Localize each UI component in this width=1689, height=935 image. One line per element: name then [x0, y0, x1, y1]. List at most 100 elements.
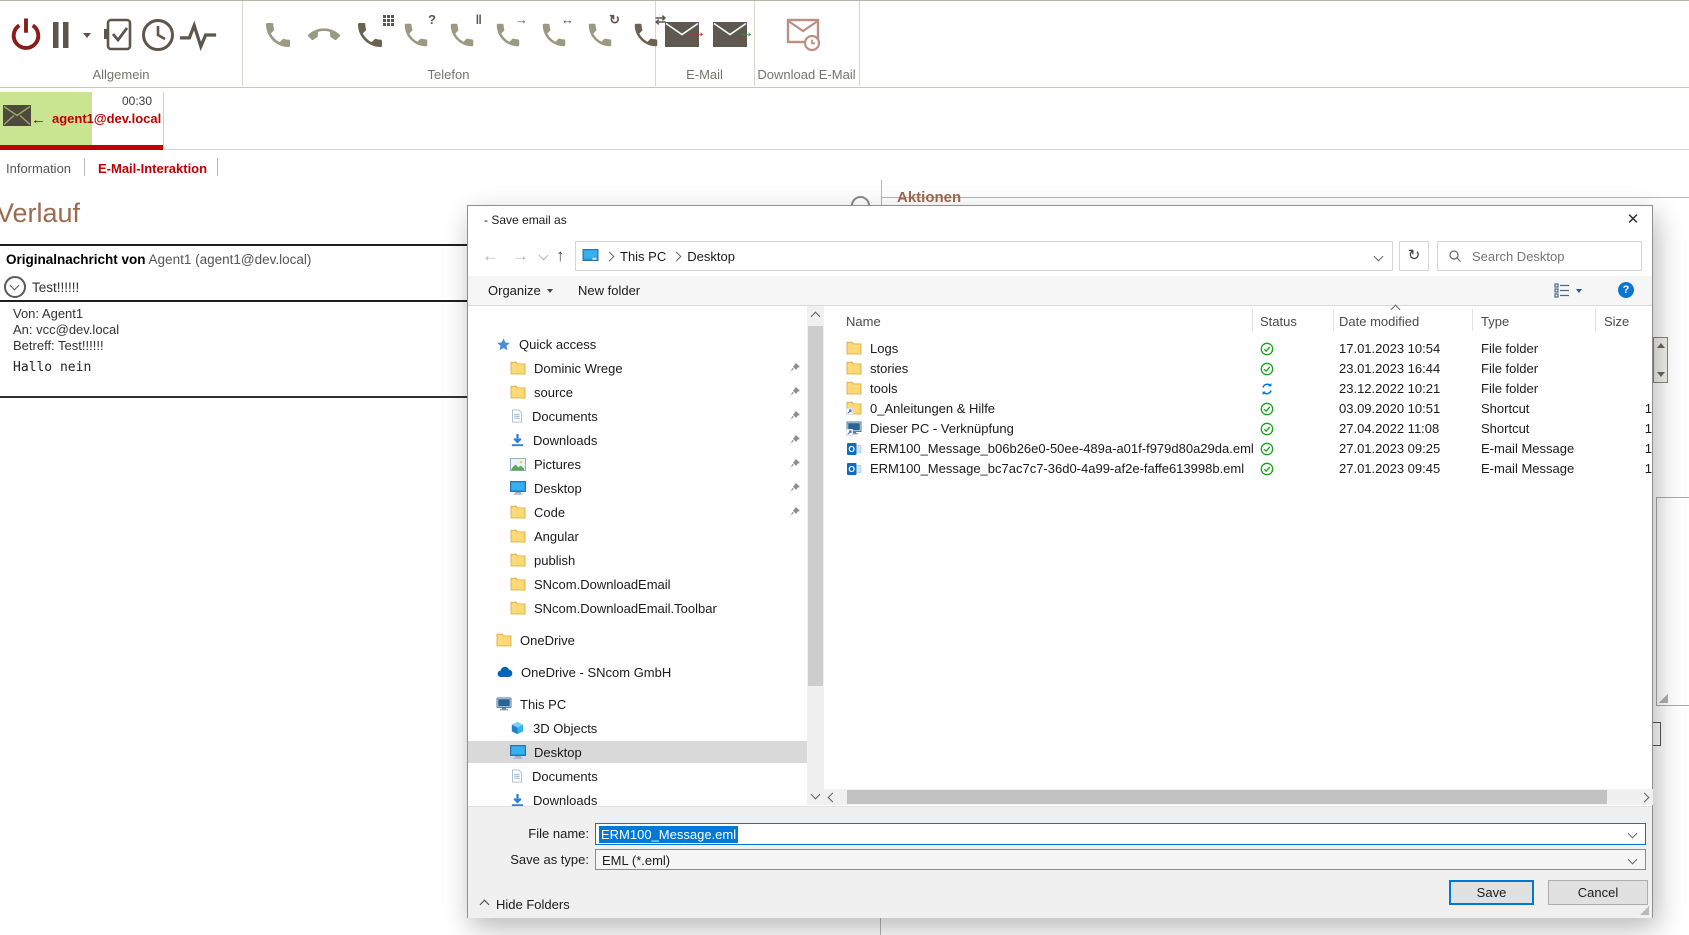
breadcrumb-desktop[interactable]: Desktop	[687, 249, 735, 264]
refresh-button[interactable]: ↻	[1399, 241, 1429, 271]
file-name-input[interactable]: ERM100_Message.eml	[595, 823, 1646, 845]
save-as-type-dropdown-icon[interactable]	[1628, 855, 1638, 865]
column-header-status[interactable]: Status	[1260, 314, 1297, 329]
breadcrumb-this-pc[interactable]: This PC	[620, 249, 666, 264]
sidebar-scrollbar-thumb[interactable]	[808, 326, 823, 686]
scroll-left-icon[interactable]	[828, 793, 838, 803]
file-date: 23.01.2023 16:44	[1339, 361, 1440, 376]
sidebar-scrollbar[interactable]	[807, 306, 824, 805]
column-separator[interactable]	[1252, 309, 1253, 331]
file-row-anleitungen[interactable]: 0_Anleitungen & Hilfe 03.09.2020 10:51 S…	[824, 399, 1653, 419]
hold-call-button[interactable]: ‖	[442, 9, 482, 61]
sidebar-item-3d-objects[interactable]: 3D Objects	[468, 717, 807, 739]
sidebar-item-label: source	[534, 385, 573, 400]
sidebar-item-pictures[interactable]: Pictures	[468, 453, 807, 475]
email-green-arrow-button[interactable]: →	[711, 9, 751, 61]
up-button[interactable]: ↑	[556, 247, 565, 264]
status-synced-icon	[1260, 362, 1274, 376]
sidebar-item-downloads-pc[interactable]: Downloads	[468, 789, 807, 806]
file-row-erm100-message-1[interactable]: O ERM100_Message_b06b26e0-50ee-489a-a01f…	[824, 439, 1653, 459]
sidebar-item-onedrive-sncom[interactable]: OneDrive - SNcom GmbH	[468, 661, 807, 683]
hide-folders-button[interactable]: Hide Folders	[481, 897, 570, 912]
horizontal-scrollbar-thumb[interactable]	[847, 790, 1607, 804]
file-list-horizontal-scrollbar[interactable]	[824, 789, 1653, 805]
file-name-dropdown-icon[interactable]	[1628, 829, 1638, 839]
pause-dropdown-button[interactable]	[76, 9, 98, 61]
background-spinner-control[interactable]	[1653, 337, 1668, 383]
cancel-button[interactable]: Cancel	[1548, 880, 1648, 905]
ring-call-button[interactable]: ↻	[580, 9, 620, 61]
sidebar-item-documents-pc[interactable]: Documents	[468, 765, 807, 787]
transfer-call-button[interactable]: →	[488, 9, 528, 61]
clock-button[interactable]	[138, 9, 178, 61]
hang-up-button[interactable]	[304, 9, 344, 61]
dialog-close-button[interactable]: ✕	[1614, 206, 1652, 234]
tab-information[interactable]: Information	[6, 161, 71, 176]
breadcrumb-bar[interactable]: This PC Desktop	[575, 241, 1393, 271]
save-button[interactable]: Save	[1449, 880, 1534, 905]
download-email-button[interactable]	[784, 9, 824, 61]
file-row-dieser-pc[interactable]: Dieser PC - Verknüpfung 27.04.2022 11:08…	[824, 419, 1653, 439]
answer-call-button[interactable]	[258, 9, 298, 61]
sidebar-item-this-pc[interactable]: This PC	[468, 693, 807, 715]
column-header-type[interactable]: Type	[1481, 314, 1509, 329]
scroll-down-icon[interactable]	[811, 790, 821, 800]
new-folder-button[interactable]: New folder	[578, 283, 640, 298]
forward-button[interactable]: →	[512, 247, 529, 264]
sidebar-item-code[interactable]: Code	[468, 501, 807, 523]
save-as-type-select[interactable]: EML (*.eml)	[595, 849, 1646, 870]
organize-button[interactable]: Organize	[488, 283, 553, 298]
sidebar-item-sncom-downloademail-toolbar[interactable]: SNcom.DownloadEmail.Toolbar	[468, 597, 807, 619]
sidebar-item-publish[interactable]: publish	[468, 549, 807, 571]
sidebar-item-dominic-wrege[interactable]: Dominic Wrege	[468, 357, 807, 379]
pin-icon	[789, 458, 801, 470]
power-button[interactable]	[6, 9, 46, 61]
sidebar-item-downloads[interactable]: Downloads	[468, 429, 807, 451]
scroll-right-icon[interactable]	[1640, 793, 1650, 803]
history-dropdown-icon[interactable]	[539, 251, 549, 261]
consult-call-button[interactable]: ?	[396, 9, 436, 61]
help-button[interactable]: ?	[1618, 282, 1634, 298]
column-header-size[interactable]: Size	[1604, 314, 1629, 329]
dialpad-call-button[interactable]	[350, 9, 390, 61]
file-name: Dieser PC - Verknüpfung	[870, 421, 1014, 436]
column-separator[interactable]	[1595, 309, 1596, 331]
redirect-call-button[interactable]: ↔	[534, 9, 574, 61]
file-type: E-mail Message	[1481, 441, 1574, 456]
ribbon-group-download-email: Download E-Mail	[754, 1, 860, 86]
column-separator[interactable]	[1333, 309, 1334, 331]
sidebar-item-documents[interactable]: Documents	[468, 405, 807, 427]
aktionen-heading: Aktionen	[897, 189, 961, 206]
pause-button[interactable]	[46, 9, 76, 61]
file-row-stories[interactable]: stories 23.01.2023 16:44 File folder	[824, 359, 1653, 379]
sidebar-item-sncom-downloademail[interactable]: SNcom.DownloadEmail	[468, 573, 807, 595]
column-header-date-modified[interactable]: Date modified	[1339, 314, 1419, 329]
email-file-icon: O	[846, 461, 862, 477]
column-separator[interactable]	[1472, 309, 1473, 331]
address-dropdown-icon[interactable]	[1374, 252, 1384, 262]
tab-email-interaktion[interactable]: E-Mail-Interaktion	[98, 161, 207, 176]
column-header-name[interactable]: Name	[846, 314, 881, 329]
email-session-icon	[3, 105, 31, 126]
background-resize-grip	[1658, 694, 1668, 703]
file-row-erm100-message-2[interactable]: O ERM100_Message_bc7ac7c7-36d0-4a99-af2e…	[824, 459, 1653, 479]
sidebar-item-desktop-selected[interactable]: Desktop	[468, 741, 807, 763]
search-input[interactable]	[1470, 248, 1624, 265]
message-expander-button[interactable]	[4, 276, 26, 298]
status-synced-icon	[1260, 442, 1274, 456]
sidebar-item-source[interactable]: source	[468, 381, 807, 403]
back-button[interactable]: ←	[482, 247, 499, 264]
tasklist-button[interactable]	[98, 9, 138, 61]
email-red-arrow-button[interactable]: →	[663, 9, 703, 61]
file-row-tools[interactable]: tools 23.12.2022 10:21 File folder	[824, 379, 1653, 399]
activity-button[interactable]	[178, 9, 218, 61]
pin-icon	[789, 482, 801, 494]
sidebar-item-onedrive[interactable]: OneDrive	[468, 629, 807, 651]
dialog-resize-grip[interactable]	[1639, 905, 1649, 915]
view-mode-button[interactable]	[1554, 283, 1582, 298]
sidebar-item-desktop[interactable]: Desktop	[468, 477, 807, 499]
scroll-up-icon[interactable]	[811, 312, 821, 322]
sidebar-item-angular[interactable]: Angular	[468, 525, 807, 547]
sidebar-item-quick-access[interactable]: Quick access	[468, 333, 807, 355]
file-row-logs[interactable]: Logs 17.01.2023 10:54 File folder	[824, 339, 1653, 359]
